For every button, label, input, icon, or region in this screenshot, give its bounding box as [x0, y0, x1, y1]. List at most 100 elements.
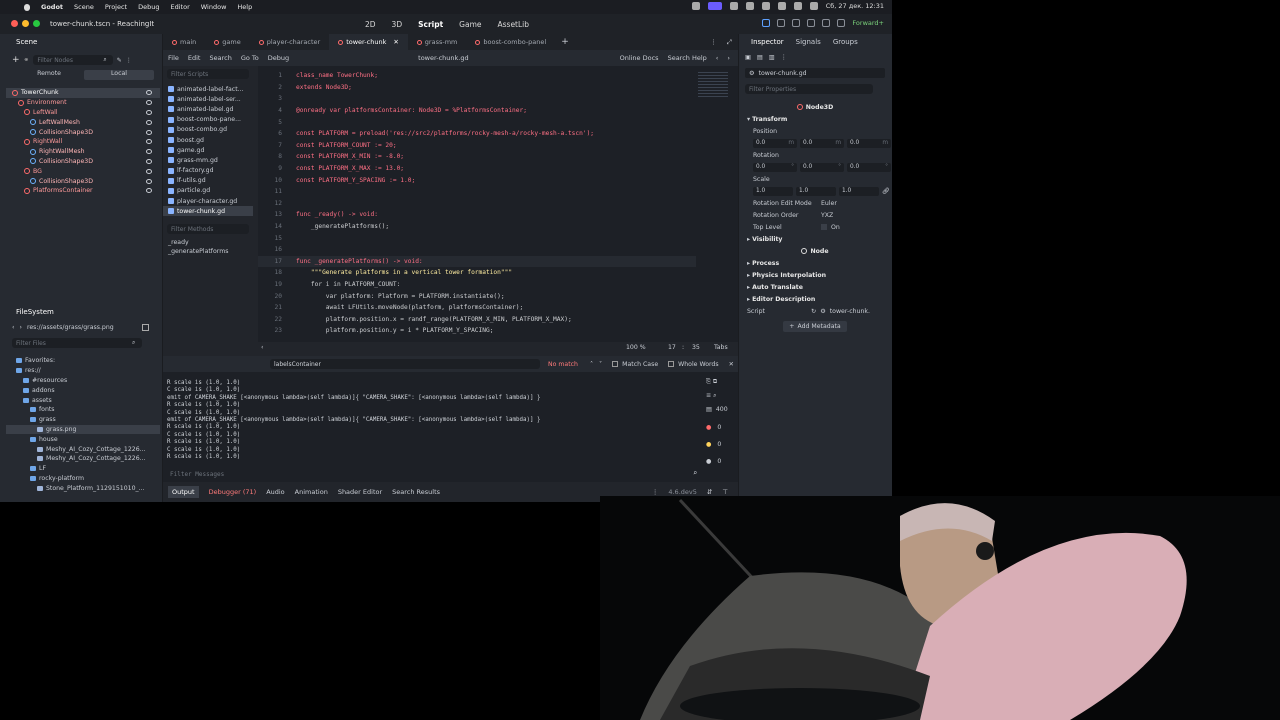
script-list-item[interactable]: animated-label-fact... — [163, 84, 253, 94]
code-line[interactable]: 22 platform.position.x = randf_range(PLA… — [258, 313, 696, 325]
version-label[interactable]: 4.6.dev5 — [668, 488, 697, 496]
line-number[interactable]: 23 — [258, 327, 296, 334]
visibility-eye-icon[interactable] — [146, 129, 152, 135]
find-next-icon[interactable]: ˅ — [599, 361, 602, 368]
code-line[interactable]: 3 — [258, 93, 696, 105]
link-icon[interactable]: ⚭ — [24, 56, 30, 64]
code-line[interactable]: 13 func _ready() -> void: — [258, 209, 696, 221]
visibility-eye-icon[interactable] — [146, 109, 152, 115]
position-x-field[interactable]: 0.0 m — [753, 138, 797, 148]
scene-tree-node[interactable]: RightWallMesh — [6, 147, 160, 157]
code-line[interactable]: 18 """Generate platforms in a vertical t… — [258, 267, 696, 279]
file-tree-item[interactable]: grass — [6, 415, 160, 425]
code-line[interactable]: 16 — [258, 244, 696, 256]
remote-tab[interactable]: Remote — [14, 70, 84, 80]
filter-nodes-input[interactable]: Filter Nodes — [33, 55, 114, 65]
visibility-eye-icon[interactable] — [146, 139, 152, 145]
script-picker[interactable]: ↻ ⚙ tower-chunk. — [811, 308, 885, 315]
script-list-item[interactable]: lf-utils.gd — [163, 176, 253, 186]
copy-icon[interactable]: ⎘ ⧉ — [706, 378, 734, 392]
physics-interpolation-section[interactable]: ▸ Physics Interpolation — [739, 269, 891, 281]
error-count[interactable]: 0 — [717, 424, 721, 441]
message-count[interactable]: 0 — [717, 458, 721, 475]
play-scene-icon[interactable] — [807, 19, 816, 27]
visibility-eye-icon[interactable] — [146, 90, 152, 96]
file-tree-item[interactable]: assets — [6, 395, 160, 405]
tab-debugger[interactable]: Debugger (71) — [209, 488, 257, 496]
tab-signals[interactable]: Signals — [790, 38, 827, 46]
file-tree-item[interactable]: LF — [6, 464, 160, 474]
zoom-level[interactable]: 100 % — [626, 344, 646, 351]
forward-icon[interactable]: › — [19, 324, 21, 331]
edited-resource[interactable]: tower-chunk.gd — [759, 70, 807, 77]
tab-output[interactable]: Output — [168, 486, 199, 498]
visibility-eye-icon[interactable] — [146, 168, 152, 174]
script-list-item[interactable]: animated-label.gd — [163, 104, 253, 114]
error-filter-icon[interactable]: ● — [706, 424, 711, 441]
scale-y-field[interactable]: 1.0 — [796, 186, 836, 196]
line-number[interactable]: 9 — [258, 165, 296, 172]
method-list-item[interactable]: _generatePlatforms — [163, 247, 253, 256]
status-icon[interactable] — [745, 2, 754, 10]
mode-game-button[interactable]: Game — [456, 18, 484, 31]
file-tree-item[interactable]: Favorites: — [6, 356, 160, 366]
status-icon[interactable] — [777, 2, 786, 10]
file-tree-item[interactable]: Stone_Platform_1129151010_... — [6, 483, 160, 493]
control-center-icon[interactable] — [809, 2, 818, 10]
update-spinner-icon[interactable]: ⇵ — [707, 488, 712, 496]
tab-animation[interactable]: Animation — [295, 488, 328, 496]
rotation-order-select[interactable]: YXZ — [821, 212, 885, 219]
method-list-item[interactable]: _ready — [163, 238, 253, 247]
tab-inspector[interactable]: Inspector — [745, 38, 790, 46]
line-number[interactable]: 11 — [258, 188, 296, 195]
script-list-item[interactable]: game.gd — [163, 145, 253, 155]
code-line[interactable]: 4 @onready var platformsContainer: Node3D… — [258, 105, 696, 117]
tab-game[interactable]: game — [205, 38, 249, 46]
scene-tree-node[interactable]: TowerChunk — [6, 88, 160, 98]
rotation-x-field[interactable]: 0.0 ° — [753, 162, 797, 172]
menu-debug[interactable]: Debug — [138, 3, 159, 11]
visibility-section[interactable]: ▸ Visibility — [739, 233, 891, 245]
recording-icon[interactable] — [707, 2, 722, 10]
code-minimap[interactable] — [696, 66, 738, 342]
line-number[interactable]: 7 — [258, 142, 296, 149]
scene-tree-node[interactable]: LeftWall — [6, 108, 160, 118]
file-tree-item[interactable]: rocky-platform — [6, 474, 160, 484]
code-line[interactable]: 6 const PLATFORM = preload('res://src2/pl… — [258, 128, 696, 140]
pause-icon[interactable] — [777, 19, 786, 27]
menu-project[interactable]: Project — [105, 3, 127, 11]
line-number[interactable]: 8 — [258, 153, 296, 160]
script-edit-menu[interactable]: Edit — [188, 54, 201, 62]
code-line[interactable]: 2 extends Node3D; — [258, 82, 696, 94]
script-attach-icon[interactable]: ✎ — [117, 57, 122, 64]
tab-player-character[interactable]: player-character — [250, 38, 330, 46]
code-line[interactable]: 17 func _generatePlatforms() -> void: — [258, 255, 696, 268]
script-goto-menu[interactable]: Go To — [241, 54, 259, 62]
prev-script-icon[interactable]: ‹ — [716, 54, 719, 62]
scene-tree-node[interactable]: CollisionShape3D — [6, 157, 160, 167]
tab-tower-chunk[interactable]: tower-chunk ✕ — [329, 34, 408, 50]
menu-icon[interactable]: ⋮ — [652, 488, 659, 496]
zoom-window-button[interactable] — [33, 20, 40, 27]
code-line[interactable]: 12 — [258, 198, 696, 210]
position-y-field[interactable]: 0.0 m — [800, 138, 844, 148]
visibility-eye-icon[interactable] — [146, 119, 152, 125]
filter-messages-input[interactable]: Filter Messages — [166, 469, 694, 479]
play-custom-icon[interactable] — [822, 19, 831, 27]
online-docs-button[interactable]: Online Docs — [620, 54, 659, 62]
line-number[interactable]: 21 — [258, 304, 296, 311]
mode-3d-button[interactable]: 3D — [389, 18, 406, 31]
scene-tree-node[interactable]: PlatformsContainer — [6, 186, 160, 196]
pin-panel-icon[interactable]: ⊤ — [722, 488, 728, 496]
script-list-item[interactable]: boost-combo.gd — [163, 125, 253, 135]
script-list-item[interactable]: lf-factory.gd — [163, 166, 253, 176]
indent-mode[interactable]: Tabs — [714, 344, 728, 351]
save-resource-icon[interactable]: ▥ — [769, 54, 775, 61]
warning-filter-icon[interactable]: ● — [706, 441, 711, 458]
editor-description-section[interactable]: ▸ Editor Description — [739, 293, 891, 305]
scene-tree-node[interactable]: LeftWallMesh — [6, 117, 160, 127]
scale-x-field[interactable]: 1.0 — [753, 186, 793, 196]
match-case-checkbox[interactable] — [612, 361, 619, 367]
tab-scene[interactable]: Scene — [10, 38, 43, 46]
tab-audio[interactable]: Audio — [266, 488, 284, 496]
